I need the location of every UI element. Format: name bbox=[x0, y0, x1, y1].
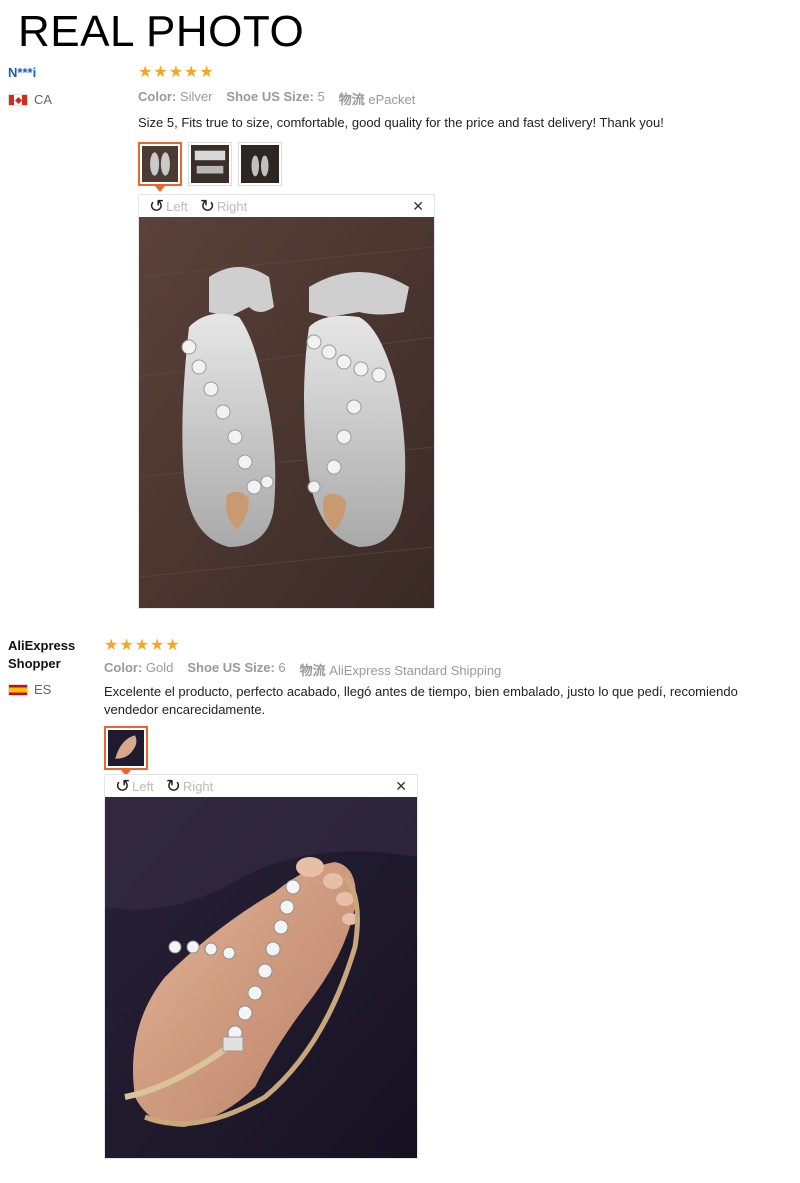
attr-color: Color: Gold bbox=[104, 660, 174, 675]
review-text: Excelente el producto, perfecto acabado,… bbox=[104, 684, 738, 717]
star-icon: ★ bbox=[134, 637, 150, 654]
rotate-left-button[interactable]: ↺ Left bbox=[115, 777, 154, 795]
review-text: Size 5, Fits true to size, comfortable, … bbox=[138, 115, 664, 130]
attr-shipping: 物流 AliExpress Standard Shipping bbox=[299, 663, 502, 678]
photo-viewer: ↺ Left ↻ Right ✕ bbox=[104, 774, 418, 1159]
sandals-photo bbox=[139, 217, 434, 608]
attr-size: Shoe US Size: 6 bbox=[187, 660, 286, 675]
star-icon: ★ bbox=[165, 637, 180, 654]
attr-color: Color: Silver bbox=[138, 89, 213, 104]
reviewer-name[interactable]: N***i bbox=[8, 64, 36, 82]
reviewer-name: AliExpress Shopper bbox=[8, 638, 76, 671]
reviewer-country: ES bbox=[8, 682, 51, 697]
photo-thumbnails bbox=[104, 726, 148, 776]
rotate-right-button[interactable]: ↻ Right bbox=[200, 197, 247, 215]
photo-thumbnails bbox=[138, 142, 282, 192]
close-icon[interactable]: ✕ bbox=[412, 198, 424, 215]
sandals-photo-thumb bbox=[142, 146, 178, 182]
sandals-photo-thumb bbox=[241, 145, 279, 183]
photo-thumbnail[interactable] bbox=[238, 142, 282, 186]
page-title: REAL PHOTO bbox=[18, 7, 305, 56]
photo-viewer: ↺ Left ↻ Right ✕ bbox=[138, 194, 435, 609]
star-icon: ★ bbox=[153, 64, 168, 81]
close-icon[interactable]: ✕ bbox=[395, 778, 407, 795]
rotate-left-button[interactable]: ↺ Left bbox=[149, 197, 188, 215]
star-icon: ★ bbox=[104, 637, 119, 654]
photo-thumbnail[interactable] bbox=[188, 142, 232, 186]
rotate-left-icon: ↺ bbox=[115, 776, 131, 796]
sandals-photo-thumb bbox=[191, 145, 229, 183]
attr-shipping: 物流 ePacket bbox=[338, 92, 416, 107]
country-code: ES bbox=[34, 682, 52, 697]
country-code: CA bbox=[34, 92, 53, 107]
viewer-toolbar: ↺ Left ↻ Right ✕ bbox=[139, 195, 434, 217]
photo-thumbnail[interactable] bbox=[104, 726, 148, 776]
viewer-toolbar: ↺ Left ↻ Right ✕ bbox=[105, 775, 417, 797]
rotate-right-button[interactable]: ↻ Right bbox=[166, 777, 213, 795]
rotate-right-icon: ↻ bbox=[199, 196, 215, 216]
star-rating: ★ ★ ★ ★ ★ bbox=[138, 65, 214, 81]
star-icon: ★ bbox=[138, 64, 153, 81]
star-icon: ★ bbox=[199, 64, 214, 81]
star-icon: ★ bbox=[150, 637, 165, 654]
rotate-right-icon: ↻ bbox=[165, 776, 181, 796]
spain-flag-icon bbox=[8, 683, 28, 696]
star-rating: ★ ★ ★ ★ ★ bbox=[104, 638, 180, 654]
reviewer-country: CA bbox=[8, 92, 52, 107]
foot-photo-thumb bbox=[108, 730, 144, 766]
attr-size: Shoe US Size: 5 bbox=[226, 89, 325, 104]
canada-flag-icon bbox=[8, 93, 28, 106]
rotate-left-icon: ↺ bbox=[149, 196, 165, 216]
star-icon: ★ bbox=[184, 64, 199, 81]
star-icon: ★ bbox=[119, 637, 134, 654]
foot-photo bbox=[105, 797, 417, 1158]
star-icon: ★ bbox=[168, 64, 184, 81]
order-attributes: Color: Gold Shoe US Size: 6 物流 AliExpres… bbox=[104, 660, 515, 679]
order-attributes: Color: Silver Shoe US Size: 5 物流 ePacket bbox=[138, 89, 429, 108]
photo-thumbnail[interactable] bbox=[138, 142, 182, 192]
